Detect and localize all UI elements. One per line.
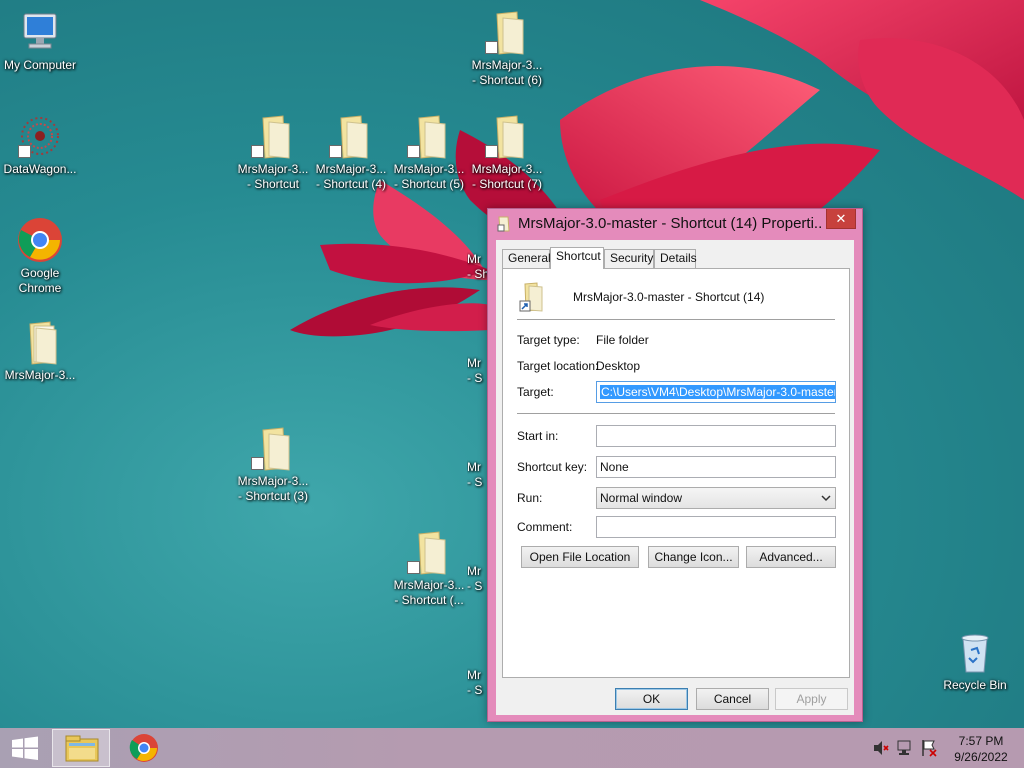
desktop-icon-label: MrsMajor-3... [4,368,76,382]
target-type-value: File folder [596,333,649,347]
shortcut-arrow-icon [329,145,342,158]
taskbar: 7:57 PM 9/26/2022 [0,728,1024,768]
run-select[interactable]: Normal window [596,487,836,509]
system-tray [872,738,942,760]
cancel-button[interactable]: Cancel [696,688,769,710]
mrsmajor-folder-item[interactable]: MrsMajor-3... [0,318,80,383]
computer-icon [16,8,64,56]
shortcut-7-item[interactable]: MrsMajor-3... - Shortcut (7) [467,112,547,192]
dialog-client-area: General Shortcut Security Details MrsMaj… [496,240,854,715]
shortcut-arrow-icon [251,457,264,470]
folder-shortcut-icon [249,112,297,160]
target-location-label: Target location: [517,359,599,373]
chevron-down-icon [821,488,831,508]
network-icon[interactable] [896,738,914,761]
shortcut-name: MrsMajor-3.0-master - Shortcut (14) [573,290,765,304]
shortcut-tab-panel: MrsMajor-3.0-master - Shortcut (14) Targ… [502,268,850,678]
desktop-icon-label: MrsMajor-3... - Shortcut [237,162,309,191]
desktop-icon-label: MrsMajor-3... - Shortcut (... [393,578,465,607]
shortcut-arrow-icon [407,561,420,574]
tab-shortcut[interactable]: Shortcut [550,247,604,269]
shortcut-item[interactable]: MrsMajor-3... - Shortcut [233,112,313,192]
folder-shortcut-icon [327,112,375,160]
folder-shortcut-icon [496,215,514,233]
google-chrome-icon-item[interactable]: Google Chrome [0,216,80,296]
divider [517,413,835,414]
folder-shortcut-icon [405,112,453,160]
run-select-value: Normal window [600,491,683,505]
recycle-bin-icon [951,628,999,676]
my-computer-icon-item[interactable]: My Computer [0,8,80,73]
tab-security[interactable]: Security [604,249,654,268]
apply-button[interactable]: Apply [775,688,848,710]
target-label: Target: [517,385,554,399]
tab-general[interactable]: General [502,249,551,268]
shortcut-truncated-item[interactable]: MrsMajor-3... - Shortcut (... [389,528,469,608]
start-in-label: Start in: [517,429,559,443]
shortcut-properties-dialog: MrsMajor-3.0-master - Shortcut (14) Prop… [487,208,863,722]
taskbar-file-explorer-button[interactable] [52,729,110,767]
shortcut-arrow-icon [407,145,420,158]
system-clock[interactable]: 7:57 PM 9/26/2022 [946,733,1016,765]
comment-label: Comment: [517,520,573,534]
tab-details[interactable]: Details [654,249,697,268]
shortcut-4-item[interactable]: MrsMajor-3... - Shortcut (4) [311,112,391,192]
folder-icon [16,318,64,366]
shortcut-3-item[interactable]: MrsMajor-3... - Shortcut (3) [233,424,313,504]
shortcut-arrow-icon [18,145,31,158]
recycle-bin-item[interactable]: Recycle Bin [935,628,1015,693]
advanced-button[interactable]: Advanced... [746,546,836,568]
start-button[interactable] [0,728,50,768]
target-field[interactable]: C:\Users\VM4\Desktop\MrsMajor-3.0-master [596,381,836,403]
run-label: Run: [517,491,543,505]
windows-logo-icon [12,736,38,760]
target-type-label: Target type: [517,333,580,347]
datawagon-icon-item[interactable]: DataWagon... [0,112,80,177]
desktop-icon-label: DataWagon... [3,162,77,176]
shortcut-arrow-icon [485,145,498,158]
folder-shortcut-icon [483,8,531,56]
chrome-icon [129,734,158,762]
file-explorer-icon [65,735,99,762]
shortcut-5-item[interactable]: MrsMajor-3... - Shortcut (5) [389,112,469,192]
taskbar-chrome-button[interactable] [116,729,172,767]
dialog-title-bar[interactable]: MrsMajor-3.0-master - Shortcut (14) Prop… [488,209,862,239]
desktop-icon-label: My Computer [3,58,77,72]
target-field-value: C:\Users\VM4\Desktop\MrsMajor-3.0-master [600,385,835,399]
ok-button[interactable]: OK [615,688,688,710]
clock-time: 7:57 PM [958,734,1004,748]
folder-shortcut-icon [483,112,531,160]
shortcut-key-label: Shortcut key: [517,460,588,474]
clock-date: 9/26/2022 [954,750,1008,764]
folder-shortcut-icon [405,528,453,576]
shortcut-6-item[interactable]: MrsMajor-3... - Shortcut (6) [467,8,547,88]
folder-shortcut-icon [249,424,297,472]
shortcut-arrow-icon [251,145,264,158]
desktop-icon-label: Google Chrome [18,266,62,295]
desktop-icon-label: MrsMajor-3... - Shortcut (3) [237,474,309,503]
speaker-muted-icon[interactable] [872,738,890,761]
dialog-title: MrsMajor-3.0-master - Shortcut (14) Prop… [518,215,823,232]
desktop-icon-label: MrsMajor-3... - Shortcut (4) [315,162,387,191]
open-file-location-button[interactable]: Open File Location [521,546,639,568]
action-center-flag-icon[interactable] [920,738,938,761]
close-button[interactable]: ✕ [826,209,856,229]
desktop-icon-label: MrsMajor-3... - Shortcut (7) [471,162,543,191]
desktop-icon-label: Recycle Bin [943,678,1007,692]
start-in-field[interactable] [596,425,836,447]
desktop-icon-label: MrsMajor-3... - Shortcut (6) [471,58,543,87]
shortcut-key-field[interactable]: None [596,456,836,478]
target-location-value: Desktop [596,359,641,373]
divider [517,319,835,320]
folder-shortcut-icon [517,281,549,313]
shortcut-arrow-icon [485,41,498,54]
comment-field[interactable] [596,516,836,538]
datawagon-app-icon [16,112,64,160]
change-icon-button[interactable]: Change Icon... [648,546,739,568]
chrome-icon [16,216,64,264]
desktop-icon-label: MrsMajor-3... - Shortcut (5) [393,162,465,191]
